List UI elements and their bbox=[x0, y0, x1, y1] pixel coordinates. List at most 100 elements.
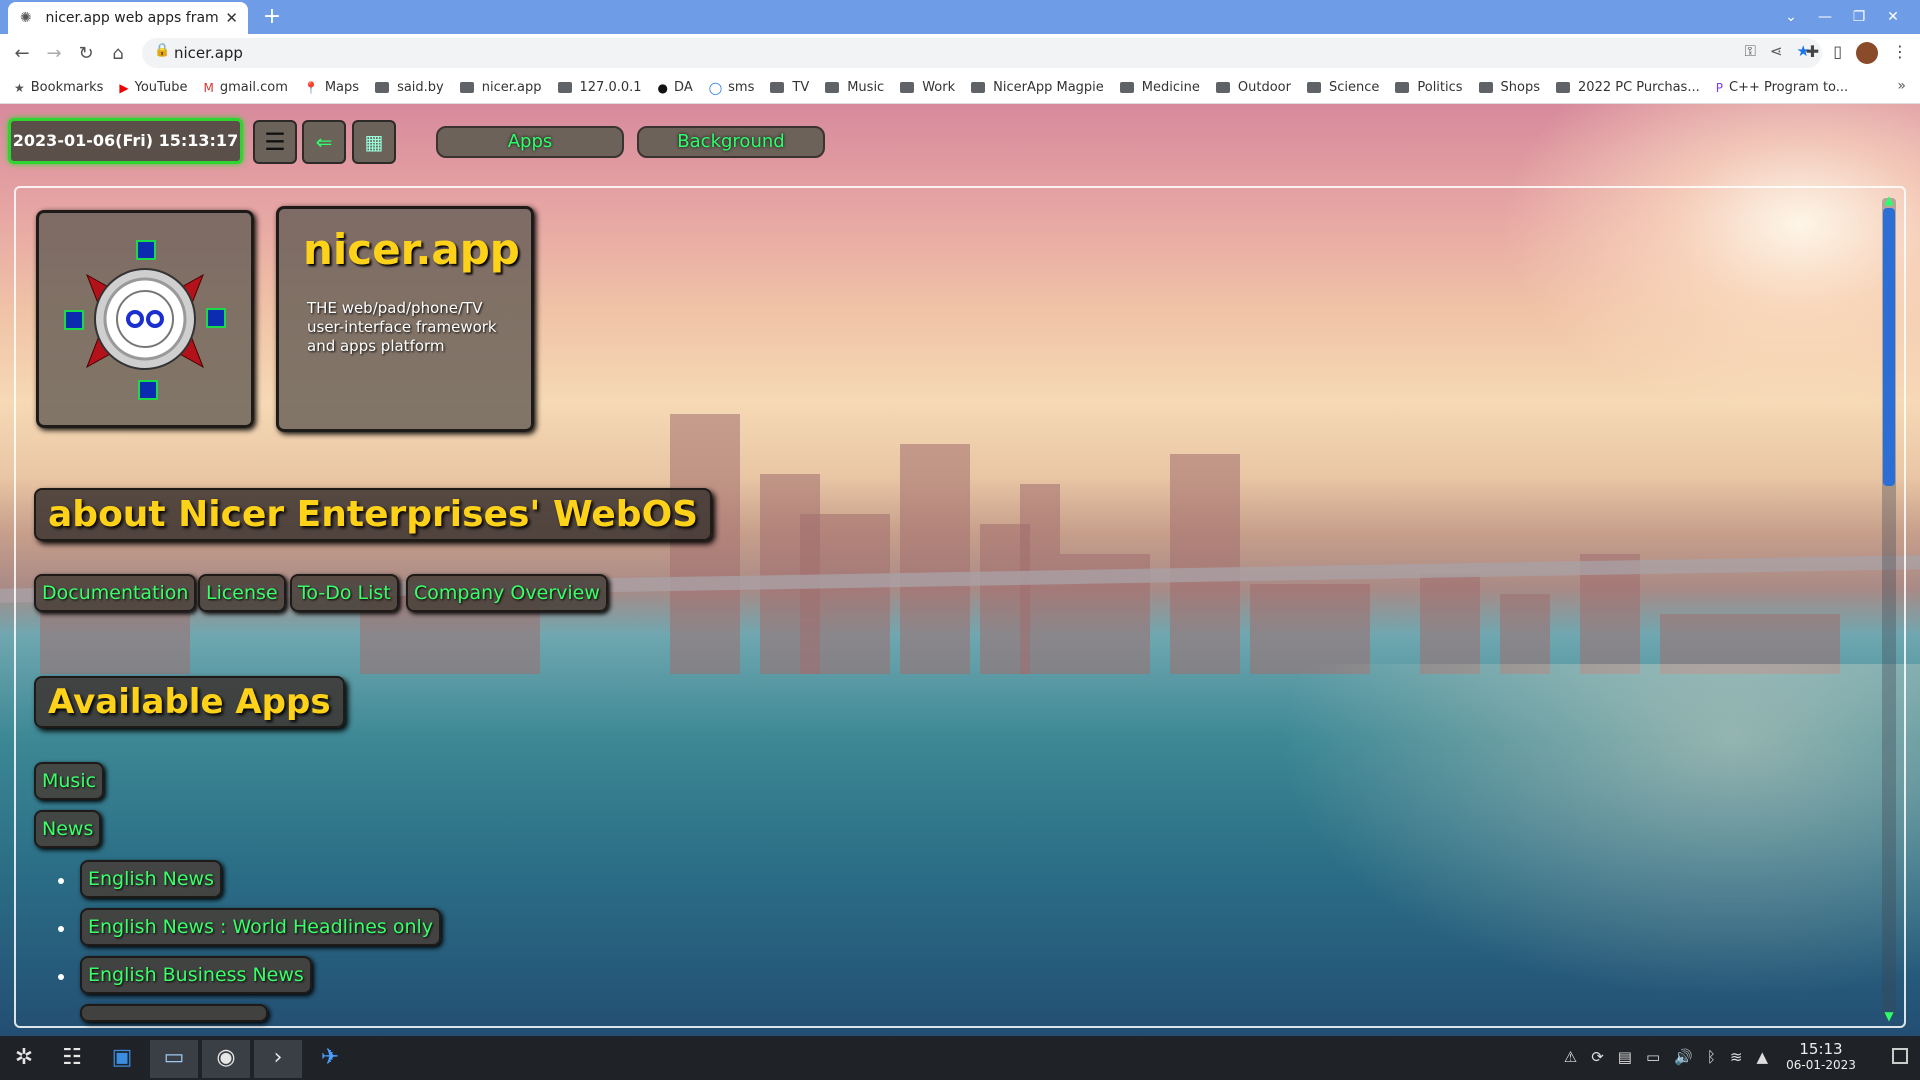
restore-icon[interactable]: ❐ bbox=[1842, 4, 1876, 30]
menu-icon[interactable]: ⋮ bbox=[1892, 42, 1908, 64]
back-home-icon[interactable]: ⇐ bbox=[302, 120, 346, 164]
clipped-news-link[interactable] bbox=[80, 1004, 268, 1022]
browser-tab[interactable]: ✺ nicer.app web apps framewor ✕ bbox=[8, 2, 248, 34]
close-tab-icon[interactable]: ✕ bbox=[225, 9, 238, 27]
notifications-icon[interactable]: ⚠ bbox=[1564, 1048, 1577, 1066]
bookmark-item[interactable]: Mgmail.com bbox=[204, 80, 288, 95]
scroll-down-icon[interactable]: ▼ bbox=[1882, 1010, 1896, 1022]
folder-icon bbox=[557, 82, 572, 93]
network-tool-icon[interactable]: ✈ bbox=[306, 1040, 354, 1078]
app-launcher-icon[interactable]: ✲ bbox=[0, 1040, 48, 1078]
folder-icon bbox=[971, 82, 986, 93]
reload-icon[interactable]: ↻ bbox=[72, 40, 100, 68]
todo-list-link[interactable]: To-Do List bbox=[290, 574, 399, 612]
volume-icon[interactable]: 🔊 bbox=[1674, 1048, 1693, 1066]
background-menu-button[interactable]: Background bbox=[637, 126, 825, 158]
bookmark-folder[interactable]: Outdoor bbox=[1215, 80, 1291, 95]
address-bar[interactable]: 🔒 nicer.app ⚿ ⋖ ★ bbox=[142, 38, 1822, 68]
brand-title: nicer.app bbox=[303, 225, 520, 274]
share-icon[interactable]: ⋖ bbox=[1770, 42, 1783, 60]
minimize-icon[interactable]: — bbox=[1808, 4, 1842, 30]
folder-icon bbox=[1215, 82, 1230, 93]
lock-icon[interactable]: 🔒 bbox=[154, 43, 170, 58]
app-music-link[interactable]: Music bbox=[34, 762, 105, 800]
close-window-icon[interactable]: ✕ bbox=[1876, 4, 1910, 30]
file-manager-icon[interactable]: ▭ bbox=[150, 1040, 198, 1078]
logo-box[interactable] bbox=[36, 210, 254, 428]
forward-icon[interactable]: → bbox=[40, 40, 68, 68]
world-headlines-link[interactable]: English News : World Headlines only bbox=[80, 908, 442, 946]
folder-icon bbox=[1478, 82, 1493, 93]
display-icon[interactable]: ▭ bbox=[1646, 1048, 1660, 1066]
folder-icon bbox=[1556, 82, 1571, 93]
scrollbar-thumb[interactable] bbox=[1883, 208, 1895, 486]
about-heading: about Nicer Enterprises' WebOS bbox=[34, 488, 713, 541]
clipboard-icon[interactable]: ▤ bbox=[1618, 1048, 1632, 1066]
bookmark-item[interactable]: P C++ Program to... bbox=[1716, 80, 1848, 95]
apps-menu-button[interactable]: Apps bbox=[436, 126, 624, 158]
show-desktop-icon[interactable] bbox=[1892, 1048, 1908, 1064]
profile-avatar[interactable] bbox=[1856, 42, 1878, 64]
update-icon[interactable]: ⟳ bbox=[1591, 1048, 1604, 1066]
tray-expand-icon[interactable]: ▲ bbox=[1756, 1048, 1768, 1066]
license-link[interactable]: License bbox=[198, 574, 286, 612]
list-bullet bbox=[58, 878, 64, 884]
folder-icon bbox=[825, 82, 840, 93]
bookmark-item[interactable]: 📍 Maps bbox=[304, 80, 359, 95]
scrollbar[interactable]: ▲ ▼ bbox=[1882, 194, 1896, 1022]
terminal-icon[interactable]: › bbox=[254, 1040, 302, 1078]
folder-icon bbox=[1306, 82, 1321, 93]
folder-icon bbox=[375, 82, 390, 93]
back-icon[interactable]: ← bbox=[8, 40, 36, 68]
settings-sliders-icon[interactable]: ☷ bbox=[48, 1040, 96, 1078]
taskbar-clock[interactable]: 15:13 06-01-2023 bbox=[1776, 1040, 1866, 1072]
youtube-icon: ▶ bbox=[119, 80, 129, 95]
bookmark-folder[interactable]: 127.0.0.1 bbox=[557, 80, 642, 95]
star-icon: ★ bbox=[14, 80, 25, 95]
bookmark-item[interactable]: ★ Bookmarks bbox=[14, 80, 103, 95]
documentation-link[interactable]: Documentation bbox=[34, 574, 197, 612]
new-tab-button[interactable]: + bbox=[258, 4, 286, 32]
background-image-icon[interactable]: ▦ bbox=[352, 120, 396, 164]
scroll-up-icon[interactable]: ▲ bbox=[1882, 194, 1896, 206]
bookmark-folder[interactable]: said.by bbox=[375, 80, 444, 95]
company-overview-link[interactable]: Company Overview bbox=[406, 574, 608, 612]
bookmark-item[interactable]: ● DA bbox=[658, 80, 693, 95]
bookmark-item[interactable]: ◯ sms bbox=[709, 80, 755, 95]
app-news-link[interactable]: News bbox=[34, 810, 102, 848]
bookmark-folder[interactable]: Politics bbox=[1395, 80, 1463, 95]
taskbar-time: 15:13 bbox=[1799, 1040, 1843, 1058]
bookmark-folder[interactable]: Music bbox=[825, 80, 884, 95]
brand-box: nicer.app THE web/pad/phone/TV user-inte… bbox=[276, 206, 534, 432]
wifi-icon[interactable]: ≋ bbox=[1730, 1048, 1743, 1066]
list-bullet bbox=[58, 974, 64, 980]
chrome-icon[interactable]: ◉ bbox=[202, 1040, 250, 1078]
tab-search-icon[interactable]: ⌄ bbox=[1774, 4, 1808, 30]
extensions-icon[interactable]: ✚ bbox=[1806, 42, 1819, 64]
bookmark-folder[interactable]: TV bbox=[770, 80, 809, 95]
password-key-icon[interactable]: ⚿ bbox=[1745, 42, 1756, 60]
browser-titlebar: ✺ nicer.app web apps framewor ✕ + ⌄ — ❐ … bbox=[0, 0, 1920, 34]
home-icon[interactable]: ⌂ bbox=[104, 40, 132, 68]
nicer-logo-icon bbox=[64, 240, 226, 400]
address-url[interactable]: nicer.app bbox=[174, 44, 243, 62]
side-panel-icon[interactable]: ▯ bbox=[1833, 42, 1842, 64]
browser-toolbar: ← → ↻ ⌂ 🔒 nicer.app ⚿ ⋖ ★ ✚ ▯ ⋮ bbox=[0, 34, 1920, 72]
bookmark-item[interactable]: ▶ YouTube bbox=[119, 80, 187, 95]
english-news-link[interactable]: English News bbox=[80, 860, 222, 898]
bookmark-folder[interactable]: Work bbox=[900, 80, 955, 95]
bookmark-folder[interactable]: NicerApp Magpie bbox=[971, 80, 1104, 95]
store-bag-icon[interactable]: ▣ bbox=[98, 1040, 146, 1078]
bookmark-folder[interactable]: nicer.app bbox=[459, 80, 542, 95]
bookmark-folder[interactable]: Medicine bbox=[1119, 80, 1200, 95]
bookmark-folder[interactable]: Shops bbox=[1478, 80, 1540, 95]
list-bullet bbox=[58, 926, 64, 932]
menu-list-icon[interactable]: ☰ bbox=[253, 120, 297, 164]
site-favicon-icon: ✺ bbox=[19, 10, 32, 26]
business-news-link[interactable]: English Business News bbox=[80, 956, 312, 994]
bookmark-folder[interactable]: Science bbox=[1306, 80, 1379, 95]
bookmarks-bar: ★ Bookmarks ▶ YouTube Mgmail.com 📍 Maps sai… bbox=[0, 72, 1920, 104]
bluetooth-icon[interactable]: ᛒ bbox=[1707, 1048, 1716, 1066]
bookmarks-overflow-icon[interactable]: » bbox=[1897, 78, 1906, 94]
bookmark-folder[interactable]: 2022 PC Purchas... bbox=[1556, 80, 1700, 95]
